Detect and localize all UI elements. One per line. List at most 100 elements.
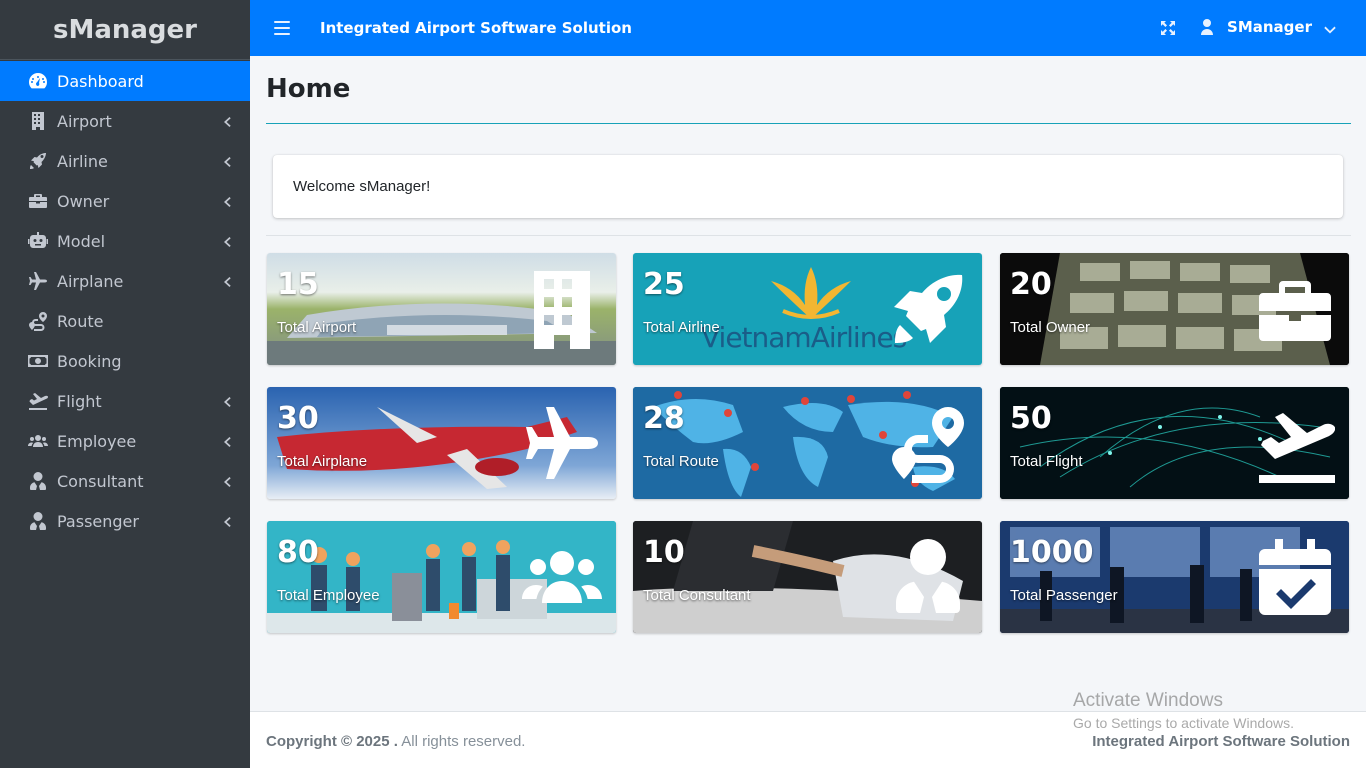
calendar-check-icon: [1255, 537, 1335, 617]
route-icon: [27, 311, 49, 331]
tile-label: Total Airport: [277, 319, 357, 336]
sidebar-item-airport[interactable]: Airport: [0, 101, 250, 141]
sidebar-item-owner[interactable]: Owner: [0, 181, 250, 221]
sidebar-item-employee[interactable]: Employee: [0, 421, 250, 461]
sidebar-item-label: Route: [57, 311, 104, 331]
route-icon: [888, 403, 968, 483]
money-bill-icon: [27, 351, 49, 371]
users-icon: [27, 431, 49, 451]
sidebar-item-passenger[interactable]: Passenger: [0, 501, 250, 541]
tile-label: Total Airplane: [277, 453, 368, 470]
user-tie-icon: [27, 511, 49, 531]
chevron-left-icon: [220, 474, 234, 488]
tile-total-passenger[interactable]: 1000 Total Passenger: [1000, 521, 1349, 633]
sidebar-item-route[interactable]: Route: [0, 301, 250, 341]
tile-total-route[interactable]: 28 Total Route: [633, 387, 982, 499]
sidebar-item-label: Dashboard: [57, 71, 144, 91]
tile-label: Total Consultant: [643, 587, 751, 604]
fullscreen-icon[interactable]: [1160, 20, 1176, 36]
tile-value: 20: [1010, 267, 1052, 302]
tile-label: Total Route: [643, 453, 719, 470]
tile-total-airline[interactable]: VietnamAirlines 25 Total Airline: [633, 253, 982, 365]
sidebar-item-label: Airplane: [57, 271, 124, 291]
plane-departure-icon: [1255, 403, 1336, 483]
tile-value: 28: [643, 401, 685, 436]
sidebar-item-label: Model: [57, 231, 106, 251]
chevron-left-icon: [220, 514, 234, 528]
brand-link[interactable]: sManager: [0, 0, 250, 60]
tile-total-airplane[interactable]: 30 Total Airplane: [267, 387, 616, 499]
tile-value: 25: [643, 267, 685, 302]
sidebar-item-model[interactable]: Model: [0, 221, 250, 261]
chevron-left-icon: [220, 194, 234, 208]
sidebar-item-booking[interactable]: Booking: [0, 341, 250, 381]
chevron-down-icon: [1324, 21, 1336, 34]
chevron-left-icon: [220, 234, 234, 248]
brand-text: sManager: [52, 14, 197, 45]
sidebar-item-label: Employee: [57, 431, 137, 451]
tile-label: Total Owner: [1010, 319, 1091, 336]
sidebar-item-label: Passenger: [57, 511, 139, 531]
user-menu[interactable]: SManager: [1199, 18, 1336, 36]
sidebar-item-label: Consultant: [57, 471, 144, 491]
robot-icon: [27, 231, 49, 251]
briefcase-icon: [27, 191, 49, 211]
page-title: Home: [266, 74, 351, 104]
title-divider: [266, 123, 1351, 124]
user-tie-icon: [27, 471, 49, 491]
tile-total-owner[interactable]: 20 Total Owner: [1000, 253, 1349, 365]
sidebar-item-airplane[interactable]: Airplane: [0, 261, 250, 301]
tile-label: Total Employee: [277, 587, 380, 604]
watermark-line2: Go to Settings to activate Windows.: [1073, 715, 1294, 731]
tile-total-airport[interactable]: 15 Total Airport: [267, 253, 616, 365]
plane-icon: [27, 271, 49, 291]
user-icon: [1199, 18, 1215, 36]
tile-total-consultant[interactable]: 10 Total Consultant: [633, 521, 982, 633]
chevron-left-icon: [220, 114, 234, 128]
tile-label: Total Flight: [1010, 453, 1083, 470]
sidebar-item-label: Booking: [57, 351, 122, 371]
user-name: SManager: [1227, 18, 1312, 36]
sidebar-item-dashboard[interactable]: Dashboard: [0, 61, 250, 101]
welcome-text: Welcome sManager!: [293, 178, 431, 195]
tile-value: 1000: [1010, 535, 1094, 570]
sidebar-item-flight[interactable]: Flight: [0, 381, 250, 421]
rocket-icon: [888, 269, 968, 349]
tachometer-icon: [27, 71, 49, 91]
top-navbar: Integrated Airport Software Solution SMa…: [250, 0, 1366, 56]
menu-toggle-icon[interactable]: [274, 21, 290, 35]
copyright-bold: Copyright © 2025 .: [266, 733, 398, 750]
building-icon: [27, 111, 49, 131]
sidebar-item-airline[interactable]: Airline: [0, 141, 250, 181]
sidebar-item-label: Flight: [57, 391, 102, 411]
tile-value: 30: [277, 401, 319, 436]
sidebar-item-label: Airport: [57, 111, 112, 131]
chevron-left-icon: [220, 394, 234, 408]
tile-value: 10: [643, 535, 685, 570]
tile-value: 15: [277, 267, 319, 302]
tile-total-flight[interactable]: 50 Total Flight: [1000, 387, 1349, 499]
airline-logo-text: VietnamAirlines: [701, 321, 907, 354]
plane-icon: [522, 403, 602, 483]
rocket-icon: [27, 151, 49, 171]
tile-total-employee[interactable]: 80 Total Employee: [267, 521, 616, 633]
sidebar-nav: Dashboard Airport Airline Owner Model Ai…: [0, 60, 250, 541]
building-icon: [522, 269, 602, 349]
tile-value: 50: [1010, 401, 1052, 436]
tile-label: Total Airline: [643, 319, 720, 336]
copyright: Copyright © 2025 . All rights reserved.: [266, 733, 525, 750]
welcome-card: Welcome sManager!: [273, 155, 1343, 218]
footer-app-name: Integrated Airport Software Solution: [1092, 733, 1350, 750]
chevron-left-icon: [220, 434, 234, 448]
app-title: Integrated Airport Software Solution: [320, 19, 632, 37]
sidebar-item-label: Airline: [57, 151, 108, 171]
section-divider: [266, 235, 1351, 236]
windows-activation-watermark: Activate Windows Go to Settings to activ…: [1073, 690, 1294, 731]
watermark-line1: Activate Windows: [1073, 690, 1223, 711]
tile-value: 80: [277, 535, 319, 570]
users-icon: [522, 537, 602, 617]
sidebar-item-consultant[interactable]: Consultant: [0, 461, 250, 501]
chevron-left-icon: [220, 274, 234, 288]
user-tie-icon: [888, 537, 968, 617]
sidebar-item-label: Owner: [57, 191, 110, 211]
